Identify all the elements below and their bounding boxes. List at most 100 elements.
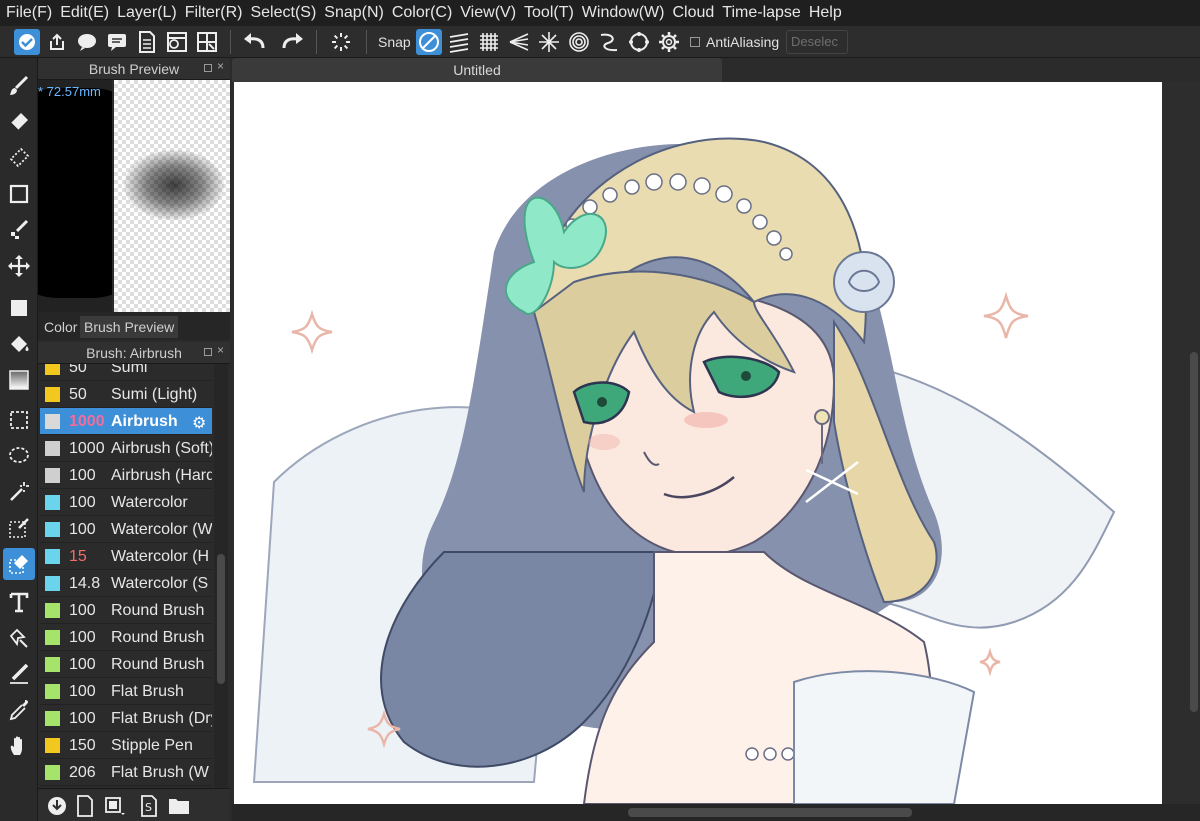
brush-list-item[interactable]: 100 Watercolor [40, 489, 212, 516]
tab-color[interactable]: Color [40, 316, 81, 338]
script-brush-icon[interactable]: S [136, 793, 162, 819]
document-icon[interactable] [134, 29, 160, 55]
edge-pen-icon[interactable] [3, 658, 35, 690]
scrollbar-thumb[interactable] [1190, 352, 1198, 712]
brush-size-value: 206 [69, 764, 96, 781]
document-tab[interactable]: Untitled [232, 58, 722, 82]
layout-grid-icon[interactable] [194, 29, 220, 55]
brush-tool-icon[interactable] [3, 70, 35, 102]
brush-preview-title: Brush Preview [38, 58, 230, 80]
drawing-canvas[interactable] [234, 82, 1162, 804]
redo-icon[interactable] [279, 29, 305, 55]
brush-list-item[interactable]: 150 Stipple Pen [40, 732, 212, 759]
speech-box-icon[interactable] [104, 29, 130, 55]
select-rect-icon[interactable] [3, 404, 35, 436]
select-eraser-icon[interactable] [3, 548, 35, 580]
snap-parallel-icon[interactable] [446, 29, 472, 55]
brush-list-scrollbar[interactable] [214, 364, 228, 794]
menu-select[interactable]: Select(S) [248, 0, 322, 26]
brush-list-item[interactable]: 50 Sumi (Light) [40, 381, 212, 408]
brush-list-item[interactable]: 100 Watercolor (Wet) [40, 516, 212, 543]
toolbox [0, 58, 38, 821]
menu-help[interactable]: Help [807, 0, 848, 26]
menu-cloud[interactable]: Cloud [670, 0, 720, 26]
brush-list-item[interactable]: 100 Flat Brush (Dry) [40, 705, 212, 732]
snap-circle-icon[interactable] [626, 29, 652, 55]
brush-list-item[interactable]: 50 Sumi [40, 364, 212, 381]
snap-settings-gear-icon[interactable] [656, 29, 682, 55]
move-tool-icon[interactable] [3, 250, 35, 282]
undo-icon[interactable] [242, 29, 268, 55]
menu-edit[interactable]: Edit(E) [58, 0, 115, 26]
new-brush-icon[interactable] [72, 793, 98, 819]
brush-list-item[interactable]: 100 Round Brush [40, 624, 212, 651]
snap-curve-icon[interactable] [596, 29, 622, 55]
folder-icon[interactable] [166, 793, 192, 819]
brush-list-item[interactable]: 14.8 Watercolor (S [40, 570, 212, 597]
antialiasing-checkbox[interactable] [690, 37, 700, 47]
brush-size-shape [38, 88, 112, 298]
hand-tool-icon[interactable] [3, 730, 35, 762]
menu-filter[interactable]: Filter(R) [183, 0, 249, 26]
brush-list-item[interactable]: 100 Airbrush (Hard) [40, 462, 212, 489]
snap-concentric-icon[interactable] [566, 29, 592, 55]
canvas-vertical-scrollbar[interactable] [1164, 82, 1200, 804]
snap-radial-icon[interactable] [506, 29, 532, 55]
fill-rectangle-icon[interactable] [3, 292, 35, 324]
menu-tool[interactable]: Tool(T) [522, 0, 580, 26]
correction-check-icon[interactable] [14, 29, 40, 55]
snap-label: Snap [378, 34, 411, 50]
scrollbar-thumb[interactable] [217, 554, 225, 684]
snap-grid-icon[interactable] [476, 29, 502, 55]
dot-pen-icon[interactable] [3, 214, 35, 246]
brush-list-item[interactable]: 100 Round Brush [40, 597, 212, 624]
brush-name: Flat Brush (W [111, 764, 209, 781]
menu-snap[interactable]: Snap(N) [322, 0, 390, 26]
menu-file[interactable]: File(F) [4, 0, 58, 26]
menu-timelapse[interactable]: Time-lapse [720, 0, 807, 26]
brush-color-swatch [45, 522, 60, 537]
cloud-download-icon[interactable] [44, 793, 70, 819]
menu-window[interactable]: Window(W) [580, 0, 671, 26]
timeline-icon[interactable] [164, 29, 190, 55]
text-tool-icon[interactable] [3, 586, 35, 618]
panel-close-icon[interactable]: × [217, 343, 224, 357]
brush-list-item[interactable]: 100 Flat Brush [40, 678, 212, 705]
brush-list-item[interactable]: 1000 Airbrush ⚙ [40, 408, 212, 435]
scrollbar-thumb[interactable] [628, 808, 912, 817]
brush-settings-gear-icon[interactable]: ⚙ [192, 413, 206, 433]
brush-color-swatch [45, 684, 60, 699]
brush-name: Airbrush (Hard) [111, 467, 212, 484]
brush-list-item[interactable]: 100 Round Brush [40, 651, 212, 678]
select-pen-icon[interactable] [3, 512, 35, 544]
panel-close-icon[interactable]: × [217, 59, 224, 73]
brush-list-item[interactable]: 15 Watercolor (H [40, 543, 212, 570]
loading-icon[interactable] [328, 29, 354, 55]
eyedropper-icon[interactable] [3, 694, 35, 726]
selection-eraser-icon[interactable] [3, 142, 35, 174]
snap-off-icon[interactable] [416, 29, 442, 55]
tab-brush-preview[interactable]: Brush Preview [80, 316, 179, 338]
menu-layer[interactable]: Layer(L) [115, 0, 183, 26]
magic-wand-icon[interactable] [3, 476, 35, 508]
panel-popout-icon[interactable] [204, 348, 212, 356]
snap-burst-icon[interactable] [536, 29, 562, 55]
menu-color[interactable]: Color(C) [390, 0, 458, 26]
brush-list-item[interactable]: 1000 Airbrush (Soft) [40, 435, 212, 462]
brush-color-swatch [45, 495, 60, 510]
canvas-horizontal-scrollbar[interactable] [232, 804, 1200, 821]
deselect-button[interactable]: Deselec [786, 30, 848, 54]
brush-size-value: 1000 [69, 440, 105, 457]
brush-options-icon[interactable] [102, 793, 128, 819]
operation-tool-icon[interactable] [3, 622, 35, 654]
eraser-tool-icon[interactable] [3, 106, 35, 138]
menu-view[interactable]: View(V) [458, 0, 522, 26]
share-icon[interactable] [44, 29, 70, 55]
brush-list-item[interactable]: 206 Flat Brush (W [40, 759, 212, 786]
select-lasso-icon[interactable] [3, 440, 35, 472]
gradation-tool-icon[interactable] [3, 364, 35, 396]
bucket-tool-icon[interactable] [3, 328, 35, 360]
rectangle-tool-icon[interactable] [3, 178, 35, 210]
panel-popout-icon[interactable] [204, 64, 212, 72]
comment-bubble-icon[interactable] [74, 29, 100, 55]
